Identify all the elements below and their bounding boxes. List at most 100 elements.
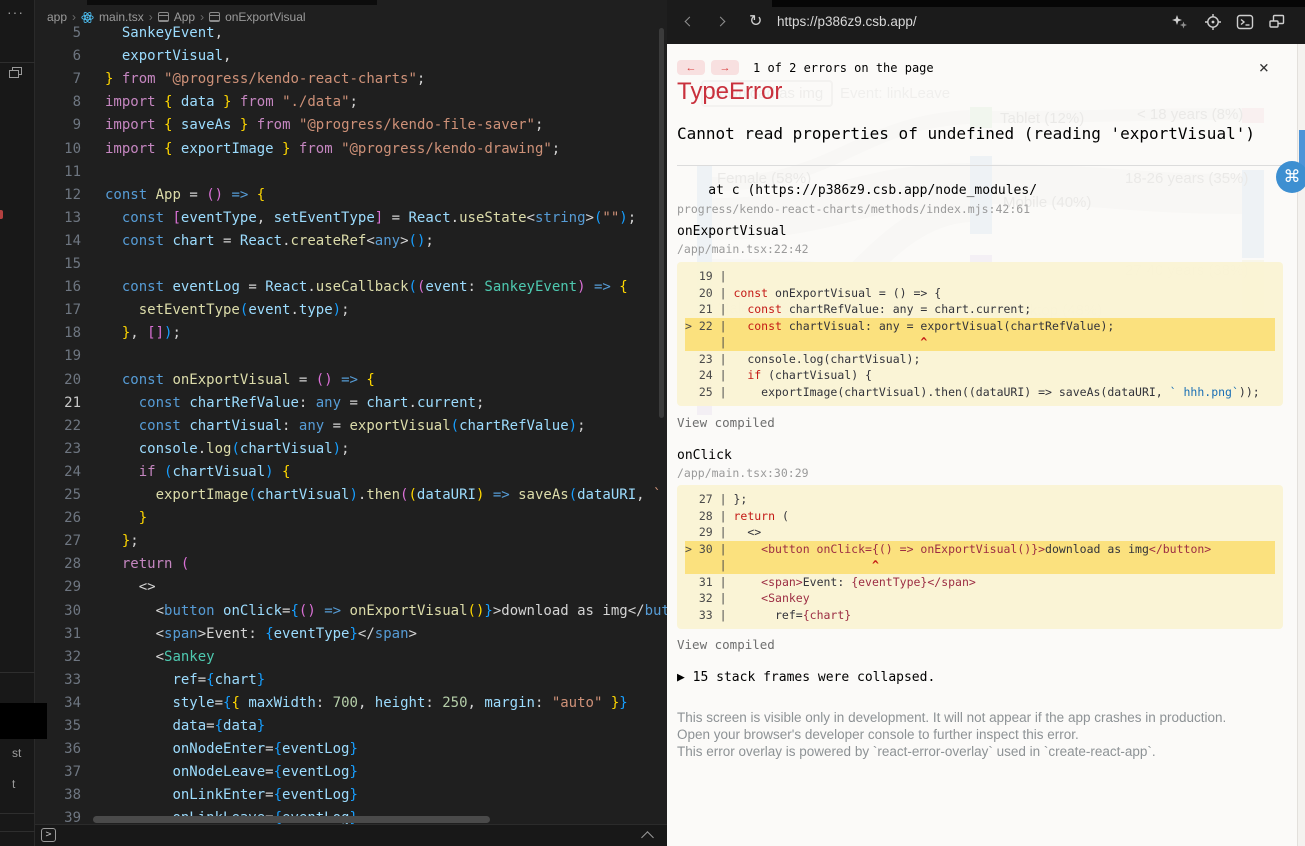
symbol-icon bbox=[158, 12, 169, 22]
chevron-right-icon bbox=[716, 17, 726, 27]
code-line-33[interactable]: 33 ref={chart} bbox=[35, 669, 667, 692]
code-line-9[interactable]: 9import { saveAs } from "@progress/kendo… bbox=[35, 114, 667, 137]
view-compiled-link[interactable]: View compiled bbox=[677, 637, 775, 652]
code-text: <Sankey bbox=[105, 646, 215, 669]
inspect-target-icon[interactable] bbox=[1204, 13, 1222, 31]
code-line-26[interactable]: 26 } bbox=[35, 507, 667, 530]
snippet-row: | ^ bbox=[685, 334, 1275, 351]
sparkles-ai-icon[interactable] bbox=[1171, 13, 1189, 31]
overflow-menu-icon[interactable]: ··· bbox=[7, 4, 24, 20]
line-number: 32 bbox=[35, 646, 81, 669]
code-line-31[interactable]: 31 <span>Event: {eventType}</span> bbox=[35, 623, 667, 646]
code-line-30[interactable]: 30 <button onClick={() => onExportVisual… bbox=[35, 600, 667, 623]
restore-layout-icon[interactable] bbox=[9, 67, 23, 79]
code-text: }, []); bbox=[105, 322, 181, 345]
code-line-21[interactable]: 21 const chartRefValue: any = chart.curr… bbox=[35, 392, 667, 415]
overlay-footer-text: This error overlay is powered by `react-… bbox=[677, 744, 1156, 759]
line-number: 37 bbox=[35, 761, 81, 784]
code-line-23[interactable]: 23 console.log(chartVisual); bbox=[35, 438, 667, 461]
divider bbox=[0, 831, 35, 832]
code-line-10[interactable]: 10 import { exportImage } from "@progress… bbox=[35, 138, 667, 161]
code-line-28[interactable]: 28 return ( bbox=[35, 553, 667, 576]
code-line-25[interactable]: 25 exportImage(chartVisual).then((dataUR… bbox=[35, 484, 667, 507]
code-text: if (chartVisual) { bbox=[105, 461, 290, 484]
code-text: onLinkEnter={eventLog} bbox=[105, 784, 358, 807]
browser-preview-pane: ↻ https://p386z9.csb.app/ bbox=[667, 0, 1305, 846]
code-text: <button onClick={() => onExportVisual()}… bbox=[105, 600, 667, 623]
line-number: 29 bbox=[35, 576, 81, 599]
code-line-32[interactable]: 32 <Sankey bbox=[35, 646, 667, 669]
chevron-up-icon[interactable] bbox=[641, 831, 654, 844]
open-in-new-window-icon[interactable] bbox=[1268, 13, 1286, 31]
code-line-18[interactable]: 18 }, []); bbox=[35, 322, 667, 345]
terminal-icon[interactable]: > bbox=[41, 828, 56, 842]
tab-sliver bbox=[87, 0, 377, 5]
code-line-22[interactable]: 22 const chartVisual: any = exportVisual… bbox=[35, 415, 667, 438]
line-number: 23 bbox=[35, 438, 81, 461]
previous-error-button[interactable]: ← bbox=[677, 60, 705, 75]
code-line-35[interactable]: 35 data={data} bbox=[35, 715, 667, 738]
line-number: 16 bbox=[35, 276, 81, 299]
line-number: 24 bbox=[35, 461, 81, 484]
snippet-row: 20 | const onExportVisual = () => { bbox=[685, 285, 1275, 302]
overlay-footer-text: Open your browser's developer console to… bbox=[677, 727, 1079, 742]
line-number: 18 bbox=[35, 322, 81, 345]
snippet-row: 33 | ref={chart} bbox=[685, 607, 1275, 624]
back-button[interactable] bbox=[681, 14, 697, 30]
snippet-row: 29 | <> bbox=[685, 524, 1275, 541]
code-line-16[interactable]: 16 const eventLog = React.useCallback((e… bbox=[35, 276, 667, 299]
code-frame-snippet: 19 | 20 | const onExportVisual = () => {… bbox=[677, 262, 1283, 406]
editor-vertical-scrollbar[interactable] bbox=[659, 28, 664, 418]
code-line-13[interactable]: 13 const [eventType, setEventType] = Rea… bbox=[35, 207, 667, 230]
code-text: const eventLog = React.useCallback((even… bbox=[105, 276, 628, 299]
code-text: const chart = React.createRef<any>(); bbox=[105, 230, 434, 253]
stack-frame-path: /app/main.tsx:30:29 bbox=[677, 466, 809, 480]
code-line-11[interactable]: 11 bbox=[35, 161, 667, 184]
code-line-36[interactable]: 36 onNodeEnter={eventLog} bbox=[35, 738, 667, 761]
codesandbox-command-button[interactable]: ⌘ bbox=[1276, 161, 1305, 193]
code-text: onNodeLeave={eventLog} bbox=[105, 761, 358, 784]
code-line-5[interactable]: 5 SankeyEvent, bbox=[35, 22, 667, 45]
stack-frame-function: onExportVisual bbox=[677, 224, 787, 239]
code-line-15[interactable]: 15 bbox=[35, 253, 667, 276]
error-marker bbox=[0, 210, 3, 219]
forward-button[interactable] bbox=[715, 14, 731, 30]
code-line-29[interactable]: 29 <> bbox=[35, 576, 667, 599]
stack-frame-function: onClick bbox=[677, 448, 732, 463]
view-compiled-link[interactable]: View compiled bbox=[677, 415, 775, 430]
code-area[interactable]: 5 SankeyEvent,6 exportVisual,7} from "@p… bbox=[35, 22, 667, 818]
code-line-24[interactable]: 24 if (chartVisual) { bbox=[35, 461, 667, 484]
snippet-row: 21 | const chartRefValue: any = chart.cu… bbox=[685, 301, 1275, 318]
line-number: 7 bbox=[35, 68, 81, 91]
line-number: 26 bbox=[35, 507, 81, 530]
code-line-12[interactable]: 12const App = () => { bbox=[35, 184, 667, 207]
code-text: import { exportImage } from "@progress/k… bbox=[105, 138, 560, 161]
close-icon[interactable]: × bbox=[1259, 60, 1269, 76]
code-line-6[interactable]: 6 exportVisual, bbox=[35, 45, 667, 68]
devtools-console-icon[interactable] bbox=[1236, 13, 1254, 31]
line-number: 6 bbox=[35, 45, 81, 68]
editor-horizontal-scrollbar[interactable] bbox=[93, 816, 490, 823]
code-line-37[interactable]: 37 onNodeLeave={eventLog} bbox=[35, 761, 667, 784]
code-line-7[interactable]: 7} from "@progress/kendo-react-charts"; bbox=[35, 68, 667, 91]
next-error-button[interactable]: → bbox=[711, 60, 739, 75]
collapsed-stack-frames-toggle[interactable]: ▶ 15 stack frames were collapsed. bbox=[677, 670, 935, 685]
code-line-34[interactable]: 34 style={{ maxWidth: 700, height: 250, … bbox=[35, 692, 667, 715]
code-line-38[interactable]: 38 onLinkEnter={eventLog} bbox=[35, 784, 667, 807]
code-line-19[interactable]: 19 bbox=[35, 345, 667, 368]
editor-bottom-bar: > bbox=[35, 824, 667, 846]
code-line-8[interactable]: 8import { data } from "./data"; bbox=[35, 91, 667, 114]
code-line-14[interactable]: 14 const chart = React.createRef<any>(); bbox=[35, 230, 667, 253]
line-number: 10 bbox=[35, 138, 81, 161]
code-editor: app › main.tsx › App › onExportVisual 5 … bbox=[35, 0, 667, 846]
reload-icon[interactable]: ↻ bbox=[749, 14, 765, 30]
code-line-17[interactable]: 17 setEventType(event.type); bbox=[35, 299, 667, 322]
code-text: ref={chart} bbox=[105, 669, 265, 692]
address-bar[interactable]: https://p386z9.csb.app/ bbox=[777, 14, 917, 29]
code-line-27[interactable]: 27 }; bbox=[35, 530, 667, 553]
line-number: 11 bbox=[35, 161, 81, 184]
error-count-text: 1 of 2 errors on the page bbox=[753, 61, 934, 75]
line-number: 8 bbox=[35, 91, 81, 114]
code-line-20[interactable]: 20 const onExportVisual = () => { bbox=[35, 369, 667, 392]
code-text: const [eventType, setEventType] = React.… bbox=[105, 207, 636, 230]
